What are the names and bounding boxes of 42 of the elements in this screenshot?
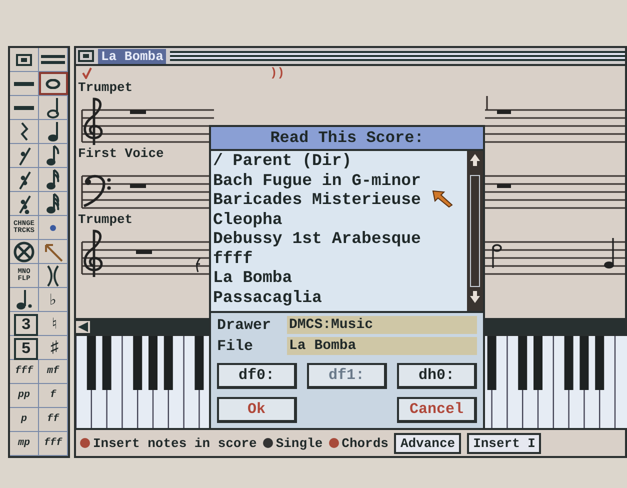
palette-symbol[interactable]: 3 <box>14 314 38 336</box>
file-item[interactable]: Baricades Misterieuse <box>213 190 467 210</box>
flat-sign[interactable]: ♭ <box>39 288 68 311</box>
option-label: Chords <box>342 436 388 450</box>
radio-button[interactable] <box>80 438 90 448</box>
drawer-field[interactable]: DMCS:Music <box>287 316 477 334</box>
toolbar-button[interactable]: Advance <box>394 432 462 454</box>
file-item[interactable]: Cleopha <box>213 210 467 229</box>
file-item[interactable]: La Bomba <box>213 268 467 288</box>
drawer-label: Drawer <box>217 316 272 334</box>
vertical-scrollbar[interactable] <box>467 151 483 311</box>
file-item[interactable]: Debussy 1st Arabesque <box>213 229 467 248</box>
option-label: Single <box>276 436 323 450</box>
file-field[interactable]: La Bomba <box>287 337 477 355</box>
cancel-button[interactable]: Cancel <box>397 397 477 423</box>
whole-note-icon[interactable] <box>39 72 68 95</box>
close-box-icon[interactable] <box>78 50 94 62</box>
radio-button[interactable] <box>328 438 339 448</box>
option-label: Insert notes in score <box>93 436 257 450</box>
file-item[interactable]: / Parent (Dir) <box>213 151 467 170</box>
ok-button[interactable]: Ok <box>217 397 297 423</box>
staff-label: Trumpet <box>78 80 133 96</box>
staff-label: Trumpet <box>78 212 133 228</box>
dialog-title: Read This Score: <box>211 127 483 151</box>
radio-button[interactable] <box>262 438 273 448</box>
file-label: File <box>217 338 254 354</box>
scroll-thumb[interactable] <box>470 175 480 287</box>
staff-label: First Voice <box>78 146 164 162</box>
drag-bar-icon[interactable] <box>39 48 68 71</box>
position-marker[interactable]: )) <box>270 66 284 80</box>
file-item[interactable]: Bach Fugue in G-minor <box>213 170 467 190</box>
title-bar[interactable]: La Bomba <box>76 48 625 66</box>
file-item[interactable]: Passacaglia <box>213 288 467 307</box>
left-arrow-icon[interactable] <box>76 321 90 333</box>
window-title: La Bomba <box>98 48 166 64</box>
file-item[interactable]: ffff <box>213 248 467 268</box>
tick-icon <box>82 67 92 79</box>
drive-button[interactable]: dh0: <box>397 363 477 389</box>
palette-symbol[interactable]: 5 <box>14 338 38 360</box>
drive-button[interactable]: df0: <box>217 363 297 389</box>
toolbar-button[interactable]: Insert I <box>467 432 542 454</box>
mouse-pointer-icon <box>432 190 454 208</box>
